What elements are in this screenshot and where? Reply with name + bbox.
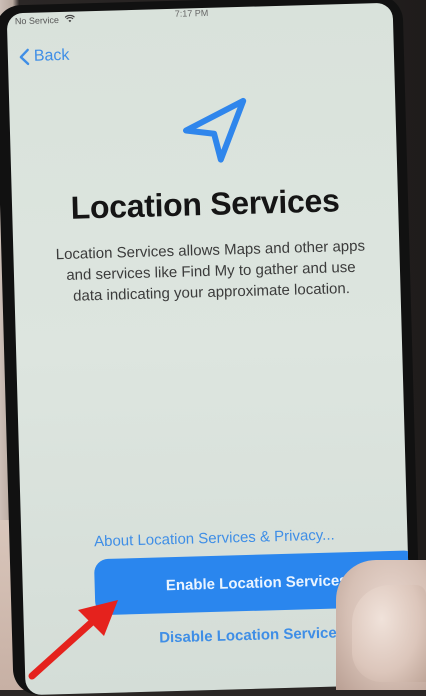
back-label: Back: [33, 46, 70, 65]
carrier-status: No Service: [14, 14, 75, 27]
enable-location-label: Enable Location Services: [165, 571, 348, 594]
privacy-link[interactable]: About Location Services & Privacy...: [21, 525, 407, 553]
location-arrow-icon: [183, 97, 247, 163]
thumb: [352, 585, 426, 682]
carrier-label: No Service: [14, 15, 60, 27]
page-title: Location Services: [70, 182, 340, 226]
status-time: 7:17 PM: [174, 7, 209, 19]
red-arrow-icon: [28, 600, 118, 680]
page-description: Location Services allows Maps and other …: [55, 237, 366, 305]
chevron-left-icon: [19, 48, 30, 66]
wifi-icon: [64, 14, 75, 23]
status-bar: No Service 7:17 PM: [15, 5, 383, 29]
back-button[interactable]: Back: [18, 45, 70, 68]
